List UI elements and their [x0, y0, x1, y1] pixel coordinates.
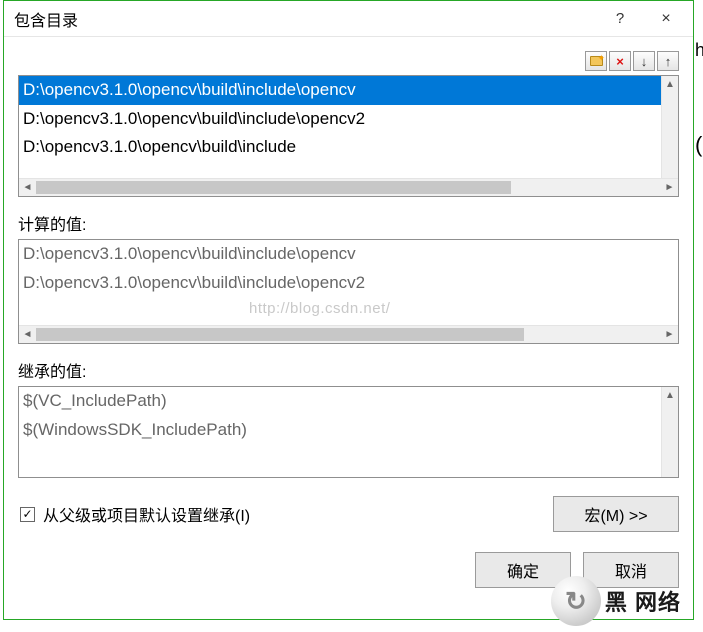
scroll-thumb[interactable] [36, 181, 511, 194]
include-directories-dialog: 包含目录 ? × ✦ × ↓ ↑ D:\opencv3.1.0\opencv\b… [3, 0, 694, 620]
close-button[interactable]: × [643, 4, 689, 34]
list-item[interactable]: D:\opencv3.1.0\opencv\build\include\open… [19, 76, 661, 105]
dialog-buttons: 确定 取消 [18, 552, 679, 588]
move-down-button[interactable]: ↓ [633, 51, 655, 71]
horizontal-scrollbar[interactable]: ◄ ► [19, 178, 678, 196]
vertical-scrollbar[interactable]: ▲ [661, 76, 678, 178]
list-item[interactable]: D:\opencv3.1.0\opencv\build\include [19, 133, 661, 162]
list-item[interactable]: D:\opencv3.1.0\opencv\build\include\open… [19, 105, 661, 134]
list-item: $(WindowsSDK_IncludePath) [19, 416, 678, 445]
new-star-icon: ✦ [597, 53, 605, 64]
inherited-items: $(VC_IncludePath) $(WindowsSDK_IncludePa… [19, 387, 678, 477]
computed-label: 计算的值: [18, 211, 679, 235]
scroll-track[interactable] [36, 179, 661, 196]
scroll-track[interactable] [36, 326, 661, 343]
list-item: $(VC_IncludePath) [19, 387, 678, 416]
computed-items: D:\opencv3.1.0\opencv\build\include\open… [19, 240, 678, 325]
inherit-row: ✓ 从父级或项目默认设置继承(I) 宏(M) >> [18, 496, 679, 532]
cancel-button[interactable]: 取消 [583, 552, 679, 588]
dialog-content: ✦ × ↓ ↑ D:\opencv3.1.0\opencv\build\incl… [4, 37, 693, 619]
delete-line-button[interactable]: × [609, 51, 631, 71]
directories-items: D:\opencv3.1.0\opencv\build\include\open… [19, 76, 678, 178]
move-up-button[interactable]: ↑ [657, 51, 679, 71]
titlebar: 包含目录 ? × [4, 1, 693, 37]
inherited-label: 继承的值: [18, 358, 679, 382]
computed-values-box: D:\opencv3.1.0\opencv\build\include\open… [18, 239, 679, 344]
checkmark-icon: ✓ [22, 507, 32, 521]
vertical-scrollbar[interactable]: ▲ [661, 387, 678, 477]
scroll-up-icon[interactable]: ▲ [662, 387, 678, 404]
ok-button[interactable]: 确定 [475, 552, 571, 588]
scroll-left-icon[interactable]: ◄ [19, 179, 36, 196]
scroll-left-icon[interactable]: ◄ [19, 326, 36, 343]
scroll-right-icon[interactable]: ► [661, 326, 678, 343]
cropped-text: h [695, 40, 703, 61]
macros-button[interactable]: 宏(M) >> [553, 496, 679, 532]
inherit-checkbox[interactable]: ✓ [20, 507, 35, 522]
cropped-text: ( [695, 132, 703, 158]
directories-editbox[interactable]: D:\opencv3.1.0\opencv\build\include\open… [18, 75, 679, 197]
scroll-right-icon[interactable]: ► [661, 179, 678, 196]
inherited-values-box: $(VC_IncludePath) $(WindowsSDK_IncludePa… [18, 386, 679, 478]
scroll-thumb[interactable] [36, 328, 524, 341]
help-button[interactable]: ? [597, 4, 643, 34]
inherit-checkbox-label[interactable]: 从父级或项目默认设置继承(I) [43, 502, 553, 526]
list-item: D:\opencv3.1.0\opencv\build\include\open… [19, 269, 678, 298]
new-line-button[interactable]: ✦ [585, 51, 607, 71]
window-title: 包含目录 [14, 7, 597, 31]
list-toolbar: ✦ × ↓ ↑ [18, 51, 679, 71]
horizontal-scrollbar[interactable]: ◄ ► [19, 325, 678, 343]
scroll-up-icon[interactable]: ▲ [662, 76, 678, 93]
list-item: D:\opencv3.1.0\opencv\build\include\open… [19, 240, 678, 269]
